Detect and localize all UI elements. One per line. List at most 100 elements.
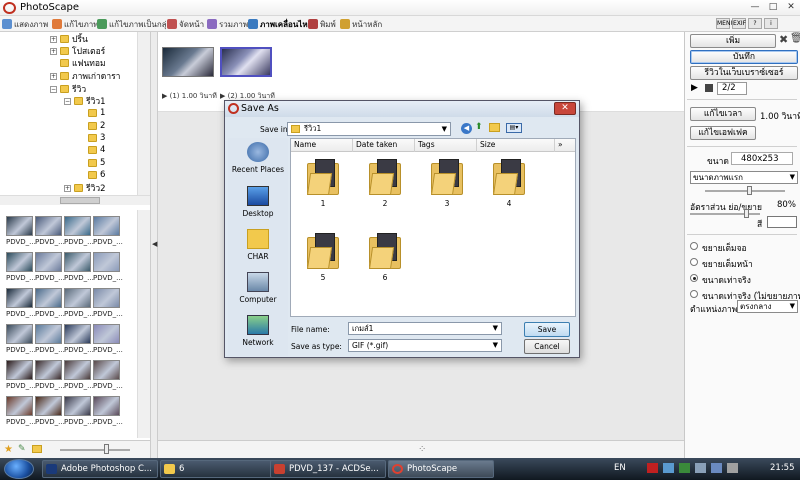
stop-icon[interactable] [705, 84, 713, 92]
panel-splitter[interactable]: ◀ [150, 32, 158, 458]
tree-item[interactable]: 2 [88, 120, 105, 132]
save-button[interactable]: บันทึก [690, 50, 798, 64]
expand-icon[interactable]: + [50, 47, 57, 55]
tree-scrollbar[interactable] [137, 32, 150, 195]
place-desktop[interactable]: Desktop [228, 184, 288, 224]
thumbnail[interactable]: PDVD_... [93, 288, 123, 321]
thumbnail[interactable]: PDVD_... [35, 288, 65, 321]
expand-icon[interactable]: + [50, 72, 57, 80]
thumbnail[interactable]: PDVD_... [6, 324, 36, 357]
dialog-close-button[interactable]: ✕ [554, 102, 576, 115]
clock[interactable]: 21:55 [770, 463, 795, 473]
tab-animated-gif[interactable]: ภาพเคลื่อนไหว [248, 17, 312, 31]
thumbnail[interactable]: PDVD_... [64, 252, 94, 285]
tree-item[interactable]: แฟนทอม [60, 57, 106, 69]
radio-label[interactable]: ขยายเต็มจอ [702, 241, 747, 255]
thumbnail[interactable]: PDVD_... [35, 396, 65, 429]
place-char[interactable]: CHAR [228, 227, 288, 267]
minimize-button[interactable]: — [746, 2, 764, 14]
tree-item[interactable]: 4 [88, 144, 105, 156]
thumbnail[interactable]: PDVD_... [35, 324, 65, 357]
folder-item[interactable]: 5 [301, 231, 345, 291]
scroll-thumb[interactable] [60, 197, 100, 204]
expand-icon[interactable]: + [50, 35, 57, 43]
more-columns-icon[interactable]: » [555, 139, 575, 152]
expand-icon[interactable]: + [64, 184, 71, 192]
tree-item[interactable]: − รีวิว1 [64, 95, 106, 107]
language-indicator[interactable]: EN [614, 463, 626, 473]
thumbnail[interactable]: PDVD_... [35, 252, 65, 285]
device-icon[interactable] [695, 463, 706, 473]
resize-grip-icon[interactable]: ⁘ [418, 444, 426, 455]
column-tags[interactable]: Tags [415, 139, 477, 152]
taskbar-item-photoscape[interactable]: PhotoScape [388, 460, 494, 478]
taskbar-item-photoshop[interactable]: Adobe Photoshop C... [42, 460, 158, 478]
tab-editor[interactable]: แก้ไขภาพ [52, 17, 99, 31]
volume-icon[interactable] [727, 463, 738, 473]
save-as-type-dropdown[interactable]: GIF (*.gif) ▼ [348, 339, 502, 352]
position-dropdown[interactable]: ตรงกลาง ▼ [737, 300, 798, 313]
collapse-arrow-icon[interactable]: ◀ [152, 240, 157, 248]
file-name-input[interactable]: เกมส์1 ▼ [348, 322, 502, 335]
thumbnail[interactable]: PDVD_... [64, 288, 94, 321]
radio-button[interactable] [690, 290, 698, 298]
view-menu-icon[interactable]: ▤▾ [506, 123, 522, 133]
radio-button[interactable] [690, 274, 698, 282]
save-dialog-button[interactable]: Save [524, 322, 570, 337]
new-folder-icon[interactable] [489, 123, 500, 132]
thumbnail[interactable]: PDVD_... [93, 324, 123, 357]
trash-icon[interactable]: 🗑 [790, 33, 800, 44]
collapse-icon[interactable]: − [64, 97, 71, 105]
menu-button[interactable]: MENU [716, 18, 735, 29]
star-icon[interactable]: ★ [4, 444, 13, 455]
folder-item[interactable]: 4 [487, 157, 531, 217]
tree-item[interactable]: 3 [88, 132, 105, 144]
help-icon[interactable]: ? [748, 18, 762, 29]
thumbnail[interactable]: PDVD_... [93, 216, 123, 249]
tree-item[interactable]: + รีวิว2 [64, 182, 106, 194]
column-size[interactable]: Size [477, 139, 555, 152]
security-icon[interactable] [679, 463, 690, 473]
thumbnail-scrollbar[interactable] [137, 210, 150, 438]
tree-item[interactable]: 5 [88, 157, 105, 169]
thumbnail[interactable]: PDVD_... [64, 324, 94, 357]
tab-page[interactable]: จัดหน้า [167, 17, 204, 31]
folder-item[interactable]: 3 [425, 157, 469, 217]
folder-item[interactable]: 6 [363, 231, 407, 291]
ati-icon[interactable] [647, 463, 658, 473]
close-button[interactable]: ✕ [782, 2, 800, 14]
network-tray-icon[interactable] [663, 463, 674, 473]
exif-button[interactable]: EXIF [732, 18, 746, 29]
thumbnail[interactable]: PDVD_... [6, 216, 36, 249]
tab-batch-editor[interactable]: แก้ไขภาพเป็นกลุ่ม [97, 17, 172, 31]
thumbnail[interactable]: PDVD_... [93, 396, 123, 429]
back-icon[interactable]: ◀ [461, 123, 472, 134]
size-mode-dropdown[interactable]: ขนาดภาพแรก ▼ [690, 171, 798, 184]
tree-item[interactable]: − รีวิว [50, 83, 86, 95]
thumbnail[interactable]: PDVD_... [35, 216, 65, 249]
collapse-icon[interactable]: − [50, 85, 57, 93]
color-picker[interactable] [767, 216, 797, 228]
tree-horizontal-scrollbar[interactable] [0, 195, 150, 205]
folder-item[interactable]: 2 [363, 157, 407, 217]
play-icon[interactable]: ▶ [691, 83, 698, 93]
start-button[interactable] [4, 459, 34, 479]
thumbnail[interactable]: PDVD_... [93, 360, 123, 393]
edit-time-button[interactable]: แก้ไขเวลา [690, 107, 756, 121]
tree-item[interactable]: 1 [88, 107, 105, 119]
tab-home[interactable]: หน้าหลัก [340, 17, 382, 31]
tree-item[interactable]: 6 [88, 169, 105, 181]
remove-icon[interactable]: ✖ [779, 33, 788, 46]
up-folder-icon[interactable]: ⬆ [475, 122, 483, 132]
thumbnail[interactable]: PDVD_... [64, 216, 94, 249]
thumbnail[interactable]: PDVD_... [6, 288, 36, 321]
ratio-slider-track[interactable] [690, 213, 760, 215]
frame-caption[interactable]: ▶ (1) 1.00 วินาที [162, 91, 217, 102]
radio-label[interactable]: ขนาดเท่าจริง [702, 273, 751, 287]
thumbnail[interactable]: PDVD_... [93, 252, 123, 285]
tree-item[interactable]: + ภาพเก่าดารา [50, 70, 120, 82]
edit-effect-button[interactable]: แก้ไขเอฟเฟค [690, 126, 756, 140]
zoom-slider-track[interactable] [60, 449, 130, 451]
preview-in-browser-button[interactable]: รีวิวในเว็บเบราซ์เซอร์ [690, 66, 798, 80]
tab-combine[interactable]: รวมภาพ [207, 17, 248, 31]
